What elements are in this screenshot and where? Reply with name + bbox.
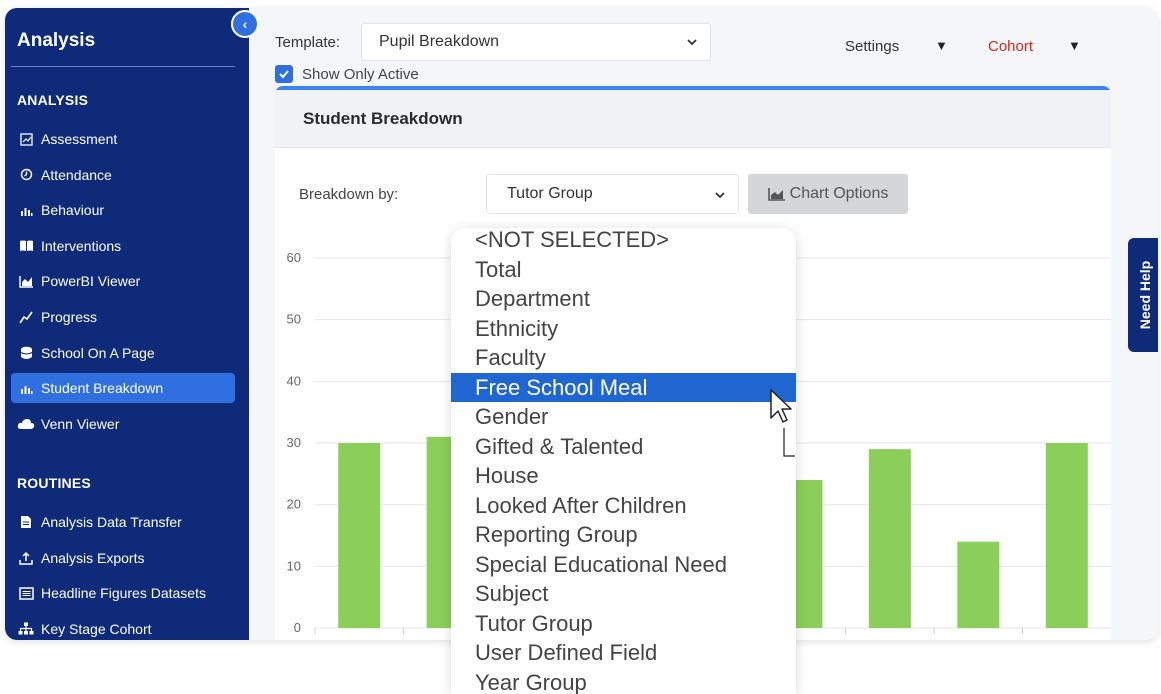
chart-box-icon bbox=[17, 132, 35, 146]
caret-down-icon[interactable]: ▼ bbox=[935, 38, 948, 53]
dropdown-option[interactable]: Department bbox=[451, 284, 796, 314]
sidebar-item-label: Venn Viewer bbox=[41, 415, 120, 432]
collapse-sidebar-button[interactable]: ‹ bbox=[231, 10, 259, 38]
chart-bar[interactable] bbox=[338, 443, 381, 628]
bar-chart-icon bbox=[17, 204, 35, 217]
y-tick-label: 40 bbox=[287, 373, 301, 388]
dropdown-option[interactable]: Total bbox=[451, 255, 796, 285]
y-tick-label: 0 bbox=[294, 620, 301, 635]
dropdown-option[interactable]: Faculty bbox=[451, 343, 796, 373]
sidebar-item-school-on-a-page[interactable]: School On A Page bbox=[11, 338, 235, 368]
show-only-active-checkbox[interactable] bbox=[275, 65, 293, 83]
chart-bar[interactable] bbox=[868, 449, 911, 628]
template-label: Template: bbox=[275, 34, 341, 51]
show-only-active-toggle[interactable]: Show Only Active bbox=[275, 65, 419, 83]
dropdown-option[interactable]: Looked After Children bbox=[451, 491, 796, 521]
section-title-analysis: ANALYSIS bbox=[17, 92, 89, 108]
x-tick-label: 5 Spruce bbox=[952, 638, 1004, 640]
sidebar-item-headline-figures-datasets[interactable]: Headline Figures Datasets bbox=[11, 578, 235, 608]
y-tick-label: 30 bbox=[287, 435, 301, 450]
sidebar-item-student-breakdown[interactable]: Student Breakdown bbox=[11, 373, 235, 404]
book-icon bbox=[17, 239, 35, 252]
caret-down-icon[interactable]: ▼ bbox=[1068, 38, 1081, 53]
chevron-left-icon: ‹ bbox=[242, 16, 248, 32]
sidebar-item-label: Assessment bbox=[41, 131, 118, 147]
y-tick-label: 60 bbox=[287, 250, 301, 265]
sidebar-item-powerbi-viewer[interactable]: PowerBI Viewer bbox=[11, 266, 235, 296]
sidebar-item-label: Analysis Data Transfer bbox=[41, 514, 182, 530]
x-tick-label: 5 Maple bbox=[867, 638, 913, 640]
sidebar-item-label: Analysis Exports bbox=[41, 549, 145, 566]
dropdown-option[interactable]: Reporting Group bbox=[451, 520, 796, 550]
sidebar-item-interventions[interactable]: Interventions bbox=[11, 231, 235, 261]
x-tick-label: y bbox=[798, 638, 805, 640]
show-only-active-label: Show Only Active bbox=[302, 65, 419, 83]
dropdown-option[interactable]: Gender bbox=[451, 402, 796, 432]
dropdown-option[interactable]: Free School Meal bbox=[451, 372, 796, 402]
y-tick-label: 50 bbox=[287, 312, 301, 327]
x-tick-label: 6 Birch bbox=[1047, 638, 1087, 640]
area-chart-icon bbox=[17, 275, 35, 288]
sidebar-item-venn-viewer[interactable]: Venn Viewer bbox=[11, 409, 235, 439]
database-icon bbox=[17, 346, 35, 360]
dropdown-option[interactable]: Tutor Group bbox=[451, 609, 796, 639]
sidebar-divider bbox=[11, 66, 235, 67]
sidebar-item-key-stage-cohort[interactable]: Key Stage Cohort bbox=[11, 614, 235, 640]
chart-bar[interactable] bbox=[1045, 443, 1088, 628]
dropdown-option[interactable]: Special Educational Need bbox=[451, 550, 796, 580]
sidebar-item-label: PowerBI Viewer bbox=[41, 273, 141, 290]
dropdown-option[interactable]: House bbox=[451, 461, 796, 491]
dropdown-option[interactable]: <NOT SELECTED> bbox=[451, 228, 796, 255]
settings-menu[interactable]: Settings bbox=[845, 38, 899, 55]
dropdown-option[interactable]: Year Group bbox=[451, 668, 796, 694]
sidebar: Analysis ANALYSIS Assessment Attendance Beh… bbox=[5, 8, 249, 640]
template-select[interactable]: Pupil Breakdown bbox=[361, 23, 711, 61]
sidebar-item-analysis-data-transfer[interactable]: Analysis Data Transfer bbox=[11, 507, 235, 537]
sidebar-item-label: Behaviour bbox=[41, 202, 105, 219]
cloud-icon bbox=[17, 418, 35, 430]
chevron-down-icon bbox=[687, 39, 697, 46]
x-tick-label: 1 Caterpillars bbox=[321, 638, 398, 640]
y-tick-label: 20 bbox=[287, 497, 301, 512]
document-icon bbox=[17, 515, 35, 529]
need-help-label: Need Help bbox=[1137, 260, 1153, 330]
y-tick-label: 10 bbox=[287, 558, 301, 573]
mouse-cursor-icon bbox=[770, 389, 795, 457]
sidebar-item-label: Attendance bbox=[41, 166, 112, 183]
sidebar-item-assessment[interactable]: Assessment bbox=[11, 124, 235, 154]
checkmark-icon bbox=[279, 70, 289, 79]
dropdown-option[interactable]: User Defined Field bbox=[451, 638, 796, 668]
clock-icon bbox=[17, 168, 35, 181]
sidebar-item-attendance[interactable]: Attendance bbox=[11, 160, 235, 190]
dropdown-option[interactable]: Ethnicity bbox=[451, 314, 796, 344]
sidebar-item-label: Interventions bbox=[41, 237, 122, 254]
sidebar-item-label: School On A Page bbox=[41, 344, 155, 361]
hierarchy-icon bbox=[17, 622, 35, 635]
cohort-menu[interactable]: Cohort bbox=[988, 38, 1033, 55]
trend-line-icon bbox=[17, 311, 35, 324]
sidebar-item-label: Progress bbox=[41, 309, 98, 325]
sidebar-item-progress[interactable]: Progress bbox=[11, 302, 235, 332]
app-title: Analysis bbox=[17, 30, 96, 51]
sidebar-item-label: Student Breakdown bbox=[41, 380, 164, 397]
bar-chart-icon bbox=[17, 382, 35, 395]
sidebar-item-behaviour[interactable]: Behaviour bbox=[11, 195, 235, 225]
breakdown-dropdown-list: <NOT SELECTED> Total Department Ethnicity Fa… bbox=[451, 228, 796, 694]
chart-bar[interactable] bbox=[957, 541, 1000, 628]
dropdown-option[interactable]: Subject bbox=[451, 579, 796, 609]
need-help-tab[interactable]: Need Help bbox=[1128, 238, 1158, 352]
sidebar-item-label: Key Stage Cohort bbox=[41, 620, 152, 637]
sidebar-item-label: Headline Figures Datasets bbox=[41, 585, 206, 602]
section-title-routines: ROUTINES bbox=[17, 475, 91, 491]
table-icon bbox=[17, 586, 35, 600]
upload-icon bbox=[17, 551, 35, 565]
template-select-value: Pupil Breakdown bbox=[379, 33, 500, 50]
sidebar-item-analysis-exports[interactable]: Analysis Exports bbox=[11, 543, 235, 573]
dropdown-option[interactable]: Gifted & Talented bbox=[451, 432, 796, 462]
